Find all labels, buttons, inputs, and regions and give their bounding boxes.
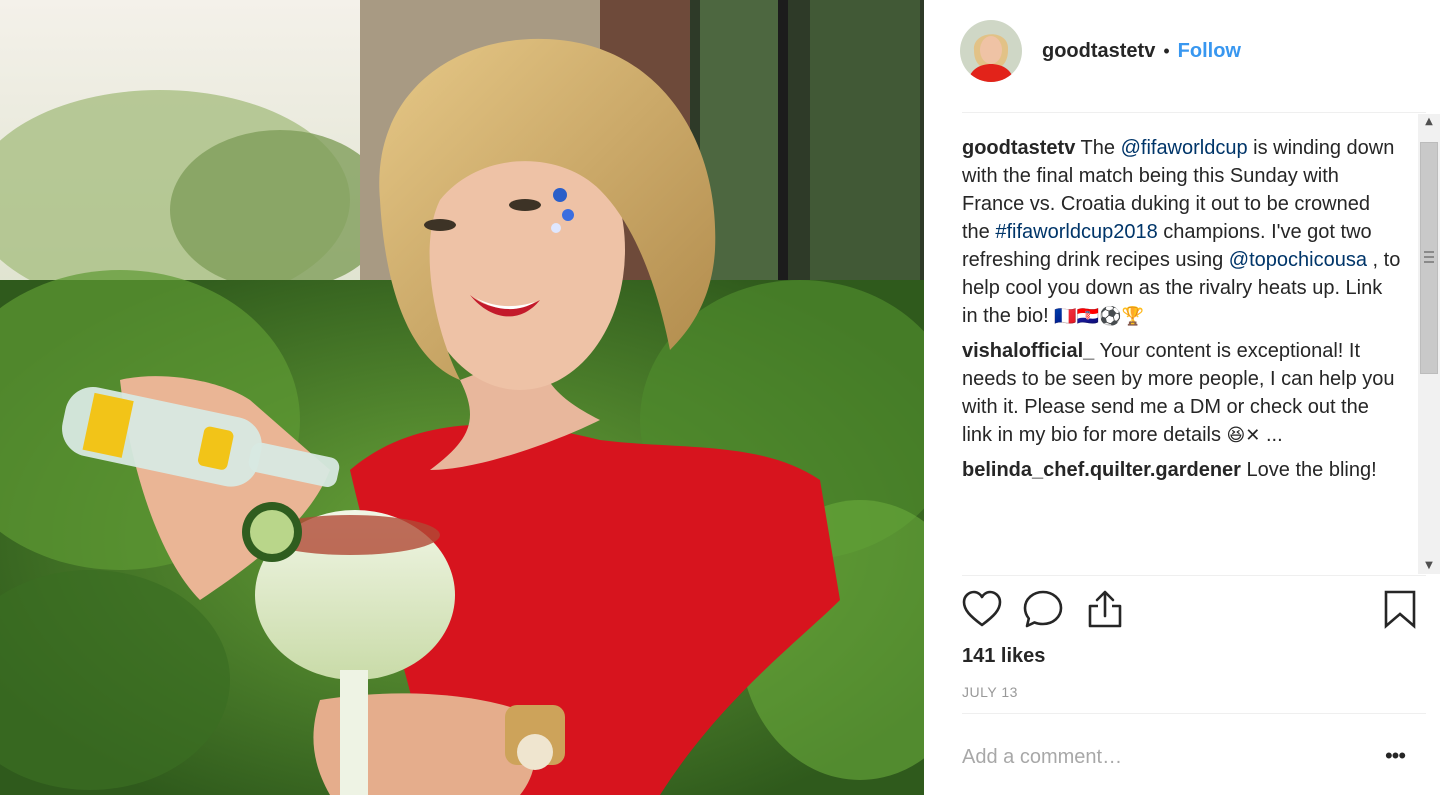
instagram-post-viewer: goodtastetv • Follow goodtastetv The @fi… [0,0,1440,795]
caption-mention-topochicousa[interactable]: @topochicousa [1229,249,1367,271]
scroll-down-arrow-icon[interactable]: ▼ [1418,558,1440,574]
comment-button[interactable] [1022,588,1066,632]
heart-icon [962,590,1002,627]
like-button[interactable] [960,588,1004,632]
follow-button[interactable]: Follow [1178,40,1241,63]
caption-username[interactable]: goodtastetv [962,137,1075,159]
caption-hashtag-fifaworldcup2018[interactable]: #fifaworldcup2018 [995,221,1157,243]
divider [962,112,1426,113]
divider [962,713,1426,714]
caption-mention-fifaworldcup[interactable]: @fifaworldcup [1121,137,1248,159]
divider [962,575,1426,576]
comments-list[interactable]: goodtastetv The @fifaworldcup is winding… [962,134,1402,574]
comment-emoji: 😆✕ [1226,425,1261,446]
caption: goodtastetv The @fifaworldcup is winding… [962,134,1402,331]
post-details-panel: goodtastetv • Follow goodtastetv The @fi… [924,0,1440,795]
comment-icon [1023,590,1063,628]
avatar-image [960,20,1022,82]
bookmark-icon [1384,590,1416,629]
scroll-up-arrow-icon[interactable]: ▲ [1418,114,1440,130]
scrollbar-grip [1424,251,1434,263]
caption-emoji: 🇫🇷🇭🇷⚽🏆 [1054,306,1144,327]
comment-more: ... [1260,424,1283,446]
comment-username[interactable]: belinda_chef.quilter.gardener [962,459,1241,481]
comment-text: Love the bling! [1246,459,1377,481]
scrollbar-thumb[interactable] [1420,142,1438,374]
post-photo-illustration [0,0,924,795]
post-date: JULY 13 [962,684,1018,700]
avatar[interactable] [960,20,1022,82]
share-icon [1088,590,1122,628]
comment-item: belinda_chef.quilter.gardener Love the b… [962,456,1402,484]
add-comment-input[interactable] [962,746,1362,769]
share-button[interactable] [1084,588,1128,632]
header-separator: • [1163,40,1170,61]
comment-username[interactable]: vishalofficial_ [962,340,1094,362]
post-photo[interactable] [0,0,924,795]
comment-item: vishalofficial_ Your content is exceptio… [962,337,1402,450]
caption-text-1: The [1080,137,1121,159]
more-options-icon[interactable]: ••• [1380,745,1410,772]
likes-count[interactable]: 141 likes [962,645,1045,668]
header-username[interactable]: goodtastetv [1042,40,1155,63]
save-button[interactable] [1378,588,1422,632]
post-header: goodtastetv • Follow [960,20,1420,82]
action-bar [960,588,1420,632]
comments-scrollbar[interactable]: ▲ ▼ [1418,114,1440,574]
